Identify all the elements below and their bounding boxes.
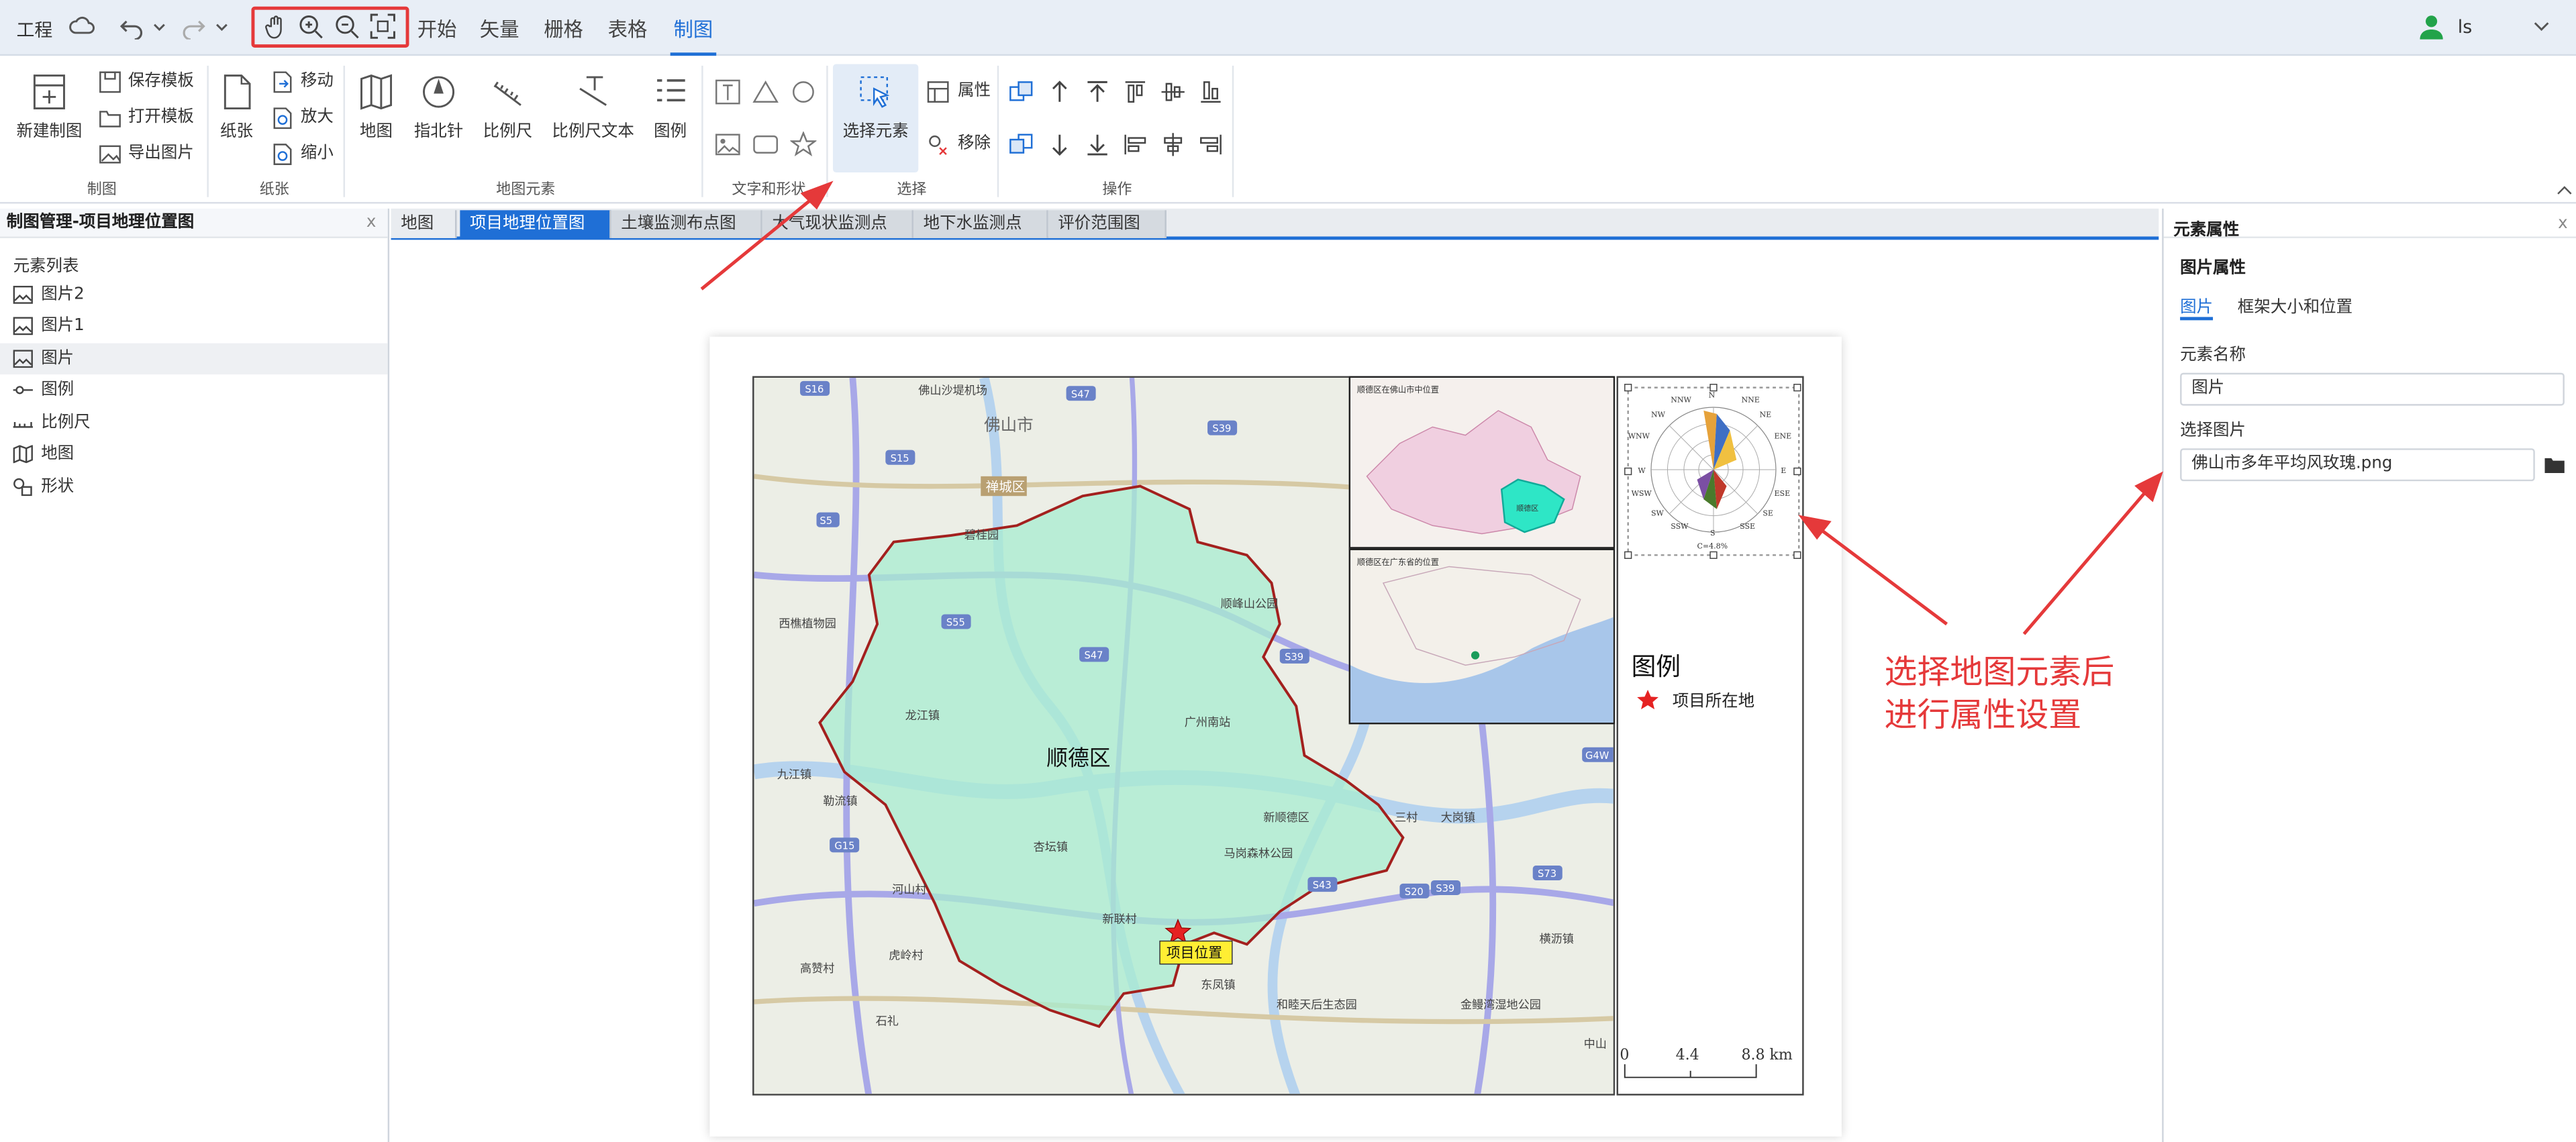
arrow-to-select-element (700, 192, 820, 291)
arrow-to-wind-rose (1814, 524, 1948, 626)
arrow-to-image-path (2022, 484, 2152, 635)
annotation-text-line1: 选择地图元素后 (1884, 652, 2115, 692)
annotation-text-line2: 进行属性设置 (1884, 694, 2082, 735)
annotation-arrows (700, 180, 2163, 635)
